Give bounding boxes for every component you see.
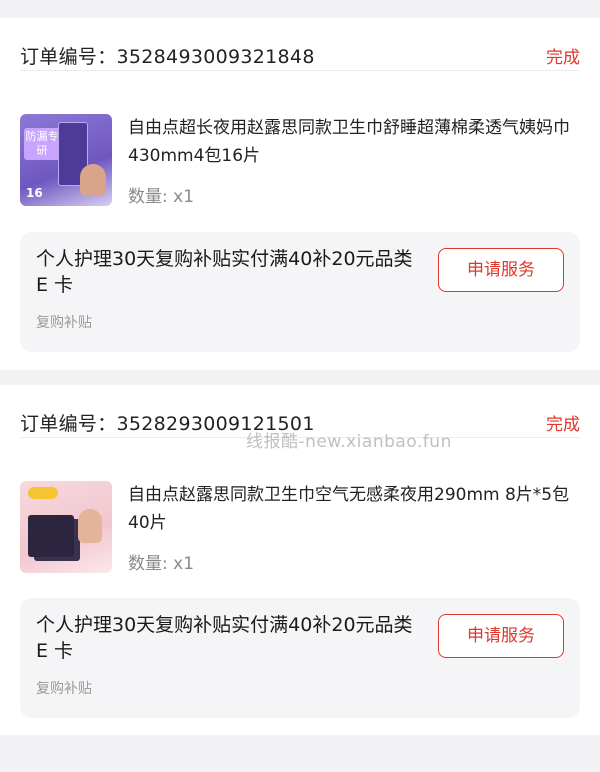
subsidy-text: 个人护理30天复购补贴实付满40补20元品类 E 卡 [36, 614, 413, 662]
subsidy-tag: 复购补贴 [36, 315, 92, 331]
order-status: 完成 [546, 415, 580, 435]
product-thumbnail[interactable]: 防漏专研 16 [20, 114, 112, 206]
order-status: 完成 [546, 48, 580, 68]
apply-service-button[interactable]: 申请服务 [438, 614, 564, 658]
product-thumbnail[interactable] [20, 481, 112, 573]
subsidy-tag: 复购补贴 [36, 681, 92, 697]
product-title[interactable]: 自由点超长夜用赵露思同款卫生巾舒睡超薄棉柔透气姨妈巾430mm4包16片 [128, 114, 580, 170]
product-row[interactable]: 自由点赵露思同款卫生巾空气无感柔夜用290mm 8片*5包 40片 数量: x1 [20, 481, 580, 581]
order-header: 订单编号：3528493009321848 完成 [20, 38, 580, 71]
product-row[interactable]: 防漏专研 16 自由点超长夜用赵露思同款卫生巾舒睡超薄棉柔透气姨妈巾430mm4… [20, 114, 580, 214]
subsidy-box: 个人护理30天复购补贴实付满40补20元品类 E 卡 复购补贴 申请服务 [20, 598, 580, 718]
watermark: 线报酷-new.xianbao.fun [246, 432, 452, 452]
subsidy-text: 个人护理30天复购补贴实付满40补20元品类 E 卡 [36, 248, 413, 296]
subsidy-box: 个人护理30天复购补贴实付满40补20元品类 E 卡 复购补贴 申请服务 [20, 232, 580, 352]
product-title[interactable]: 自由点赵露思同款卫生巾空气无感柔夜用290mm 8片*5包 40片 [128, 481, 580, 537]
brand-logo [28, 487, 58, 499]
thumbnail-count: 16 [26, 186, 43, 200]
product-quantity: 数量: x1 [128, 554, 195, 574]
apply-service-button[interactable]: 申请服务 [438, 248, 564, 292]
pack-image [28, 515, 74, 557]
thumbnail-tag: 防漏专研 [24, 128, 60, 160]
model-image [80, 164, 106, 196]
order-number: 订单编号：3528493009321848 [20, 46, 315, 68]
model-image [78, 509, 102, 543]
order-card: 订单编号：3528493009321848 完成 防漏专研 16 自由点超长夜用… [0, 18, 600, 370]
product-quantity: 数量: x1 [128, 187, 195, 207]
